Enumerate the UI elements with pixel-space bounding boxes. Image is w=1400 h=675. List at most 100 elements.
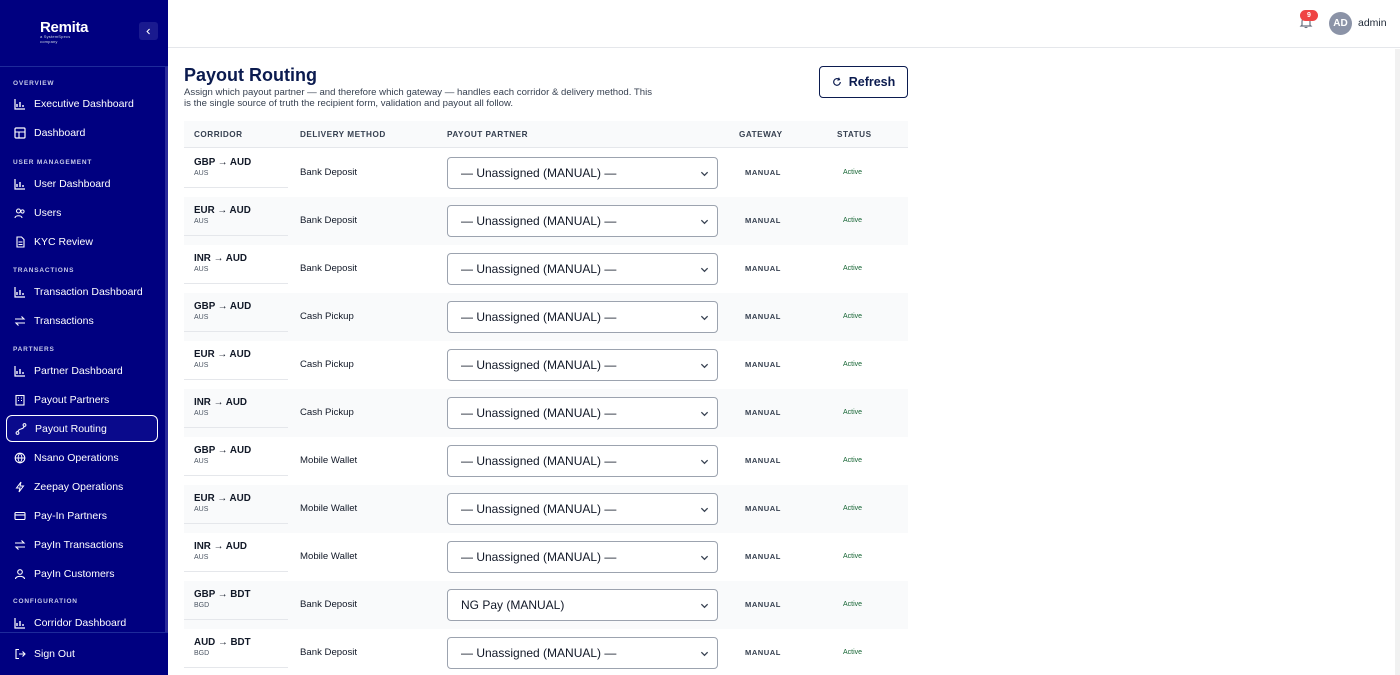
payout-partner-select[interactable]: — Unassigned (MANUAL) — [447,157,718,189]
payout-partner-select[interactable]: — Unassigned (MANUAL) — [447,493,718,525]
arrows-icon [13,314,26,327]
corridor-country: AUS [194,314,209,321]
selected-partner: NG Pay (MANUAL) [461,598,565,612]
avatar[interactable]: AD [1329,12,1352,35]
row-divider [184,379,288,380]
user-name[interactable]: admin [1358,17,1387,29]
sidebar-item-user-dashboard[interactable]: User Dashboard [6,170,158,197]
notification-badge: 9 [1300,10,1318,21]
table-header: Corridor Delivery Method Payout Partner … [184,121,908,148]
top-bar: 9 AD admin [168,0,1400,48]
sidebar-item-payin-transactions[interactable]: PayIn Transactions [6,531,158,558]
payout-partner-select[interactable]: — Unassigned (MANUAL) — [447,301,718,333]
sidebar-item-zeepay-operations[interactable]: Zeepay Operations [6,473,158,500]
selected-partner: — Unassigned (MANUAL) — [461,550,617,564]
sidebar-item-users[interactable]: Users [6,199,158,226]
payout-partner-select[interactable]: — Unassigned (MANUAL) — [447,541,718,573]
row-divider [184,235,288,236]
payout-partner-select[interactable]: — Unassigned (MANUAL) — [447,349,718,381]
delivery-method: Bank Deposit [300,167,358,178]
corridor-pair: GBP → AUD [194,445,252,456]
sidebar-item-executive-dashboard[interactable]: Executive Dashboard [6,90,158,117]
sidebar-item-pay-in-partners[interactable]: Pay-In Partners [6,502,158,529]
page-title: Payout Routing [184,65,317,85]
sidebar-item-payin-customers[interactable]: PayIn Customers [6,560,158,587]
payout-partner-select[interactable]: NG Pay (MANUAL) [447,589,718,621]
corridor-cell: GBP → AUD AUS [194,157,251,177]
chart-icon [13,285,26,298]
gateway-value: MANUAL [745,456,781,465]
user-icon [13,567,26,580]
corridor-cell: EUR → AUD AUS [194,493,251,513]
sidebar-item-partner-dashboard[interactable]: Partner Dashboard [6,357,158,384]
refresh-icon [832,77,842,87]
sign-out-button[interactable]: Sign Out [6,640,158,667]
sidebar-item-label: Payout Partners [34,393,110,406]
sidebar-item-label: Nsano Operations [34,451,119,464]
payout-partner-select[interactable]: — Unassigned (MANUAL) — [447,205,718,237]
chevron-down-icon [700,555,709,561]
sidebar-item-kyc-review[interactable]: KYC Review [6,228,158,255]
sidebar-item-dashboard[interactable]: Dashboard [6,119,158,146]
corridor-country: BGD [194,602,210,609]
section-label-configuration: Configuration [13,598,78,605]
corridor-country: AUS [194,218,209,225]
corridor-cell: GBP → AUD AUS [194,445,251,465]
table-row: AUD → BDT BGD Bank Deposit — Unassigned (MA… [184,629,908,675]
corridor-cell: GBP → AUD AUS [194,301,251,321]
delivery-method: Mobile Wallet [300,503,358,514]
status-badge: Active [843,265,863,272]
corridor-country: BGD [194,650,210,657]
table-row: EUR → AUD AUS Bank Deposit — Unassigned (MA… [184,197,908,245]
sidebar-item-payout-partners[interactable]: Payout Partners [6,386,158,413]
chevron-left-icon [146,28,150,34]
status-badge: Active [843,505,863,512]
corridor-country: AUS [194,170,209,177]
sidebar-item-label: Pay-In Partners [34,509,107,522]
sidebar-item-transactions[interactable]: Transactions [6,307,158,334]
sidebar-item-label: Corridor Dashboard [34,616,127,629]
corridor-pair: EUR → AUD [194,349,251,360]
sidebar-item-payout-routing[interactable]: Payout Routing [6,415,158,442]
gateway-value: MANUAL [745,552,781,561]
gateway-value: MANUAL [745,504,781,513]
gateway-value: MANUAL [745,408,781,417]
chevron-down-icon [700,459,709,465]
selected-partner: — Unassigned (MANUAL) — [461,214,617,228]
sidebar-item-transaction-dashboard[interactable]: Transaction Dashboard [6,278,158,305]
users-icon [13,206,26,219]
chart-icon [13,177,26,190]
status-badge: Active [843,313,863,320]
sidebar-item-label: PayIn Transactions [34,538,124,551]
corridor-cell: EUR → AUD AUS [194,205,251,225]
payout-partner-select[interactable]: — Unassigned (MANUAL) — [447,397,718,429]
table-row: INR → AUD AUS Bank Deposit — Unassigned (MA… [184,245,908,293]
payout-partner-select[interactable]: — Unassigned (MANUAL) — [447,637,718,669]
sidebar-item-label: KYC Review [34,235,93,248]
section-label-transactions: Transactions [13,267,75,274]
selected-partner: — Unassigned (MANUAL) — [461,406,617,420]
page-scrollbar[interactable] [1395,49,1400,675]
payout-partner-select[interactable]: — Unassigned (MANUAL) — [447,253,718,285]
delivery-method: Cash Pickup [300,359,354,370]
collapse-sidebar-button[interactable] [139,22,158,40]
selected-partner: — Unassigned (MANUAL) — [461,166,617,180]
payout-partner-select[interactable]: — Unassigned (MANUAL) — [447,445,718,477]
chart-icon [13,364,26,377]
delivery-method: Bank Deposit [300,599,358,610]
corridor-country: AUS [194,362,209,369]
corridor-cell: INR → AUD AUS [194,397,247,417]
sidebar-item-label: Partner Dashboard [34,364,123,377]
page-description: Assign which payout partner — and theref… [184,87,653,110]
selected-partner: — Unassigned (MANUAL) — [461,262,617,276]
refresh-button[interactable]: Refresh [819,66,908,98]
corridor-pair: GBP → BDT [194,589,251,600]
chevron-down-icon [700,219,709,225]
chevron-down-icon [700,411,709,417]
row-divider [184,571,288,572]
table-row: EUR → AUD AUS Cash Pickup — Unassigned (MAN… [184,341,908,389]
gateway-value: MANUAL [745,600,781,609]
header-payout-partner: Payout Partner [447,130,528,139]
status-badge: Active [843,457,863,464]
sidebar-item-nsano-operations[interactable]: Nsano Operations [6,444,158,471]
